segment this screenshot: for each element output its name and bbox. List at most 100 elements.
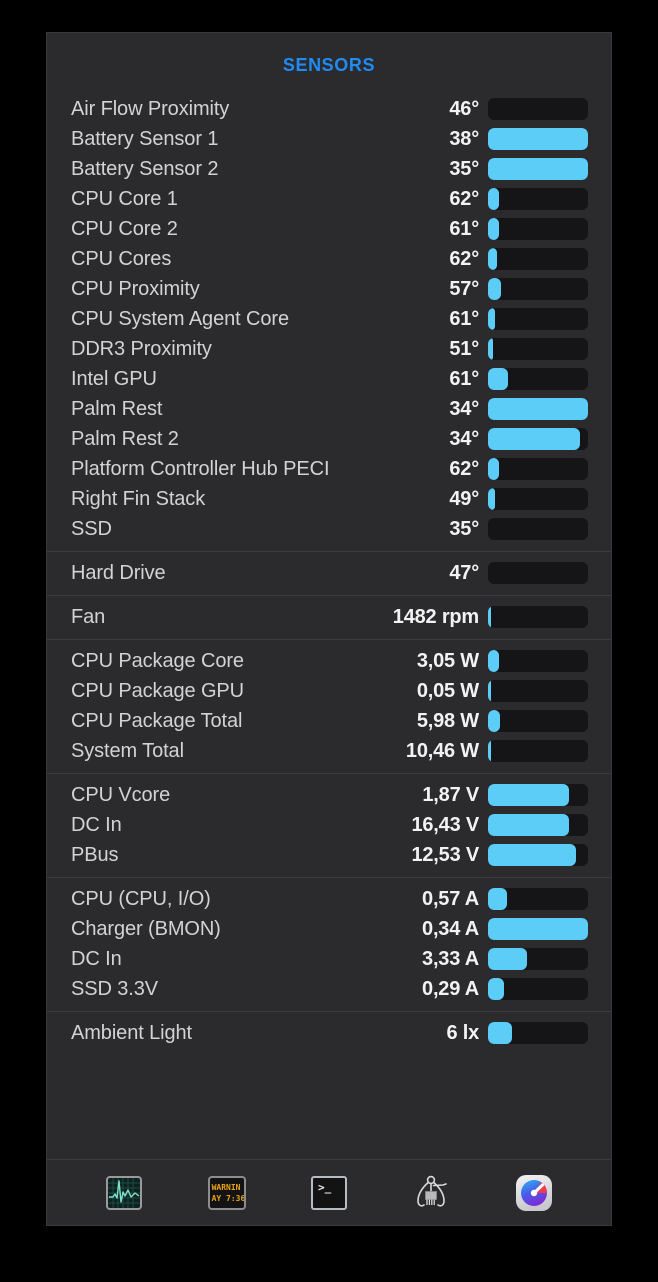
sensor-row[interactable]: CPU Cores 62° <box>47 244 611 274</box>
sensor-row[interactable]: Right Fin Stack 49° <box>47 484 611 514</box>
sensor-bar-fill <box>488 814 569 836</box>
sensor-row[interactable]: PBus 12,53 V <box>47 840 611 870</box>
sensor-group-drives: Hard Drive 47° <box>47 551 611 595</box>
sensor-row[interactable]: Fan 1482 rpm <box>47 602 611 632</box>
sensor-row[interactable]: DDR3 Proximity 51° <box>47 334 611 364</box>
sensor-row[interactable]: Platform Controller Hub PECI 62° <box>47 454 611 484</box>
sensor-value: 0,34 A <box>422 917 479 940</box>
sensor-row[interactable]: CPU Proximity 57° <box>47 274 611 304</box>
sensor-label: CPU Proximity <box>71 277 200 300</box>
sensor-row[interactable]: CPU System Agent Core 61° <box>47 304 611 334</box>
sensor-label: CPU Vcore <box>71 783 171 806</box>
sensor-label: DC In <box>71 813 122 836</box>
sensor-value: 12,53 V <box>411 843 479 866</box>
terminal-prompt: >_ <box>317 1180 332 1194</box>
sensor-row[interactable]: CPU (CPU, I/O) 0,57 A <box>47 884 611 914</box>
sensor-group-fans: Fan 1482 rpm <box>47 595 611 639</box>
terminal-icon: >_ <box>310 1175 347 1210</box>
sensor-label: DDR3 Proximity <box>71 337 212 360</box>
sensor-label: Air Flow Proximity <box>71 97 230 120</box>
sensor-bar <box>488 458 588 480</box>
sensor-group-temperatures: Air Flow Proximity 46° Battery Sensor 1 38°… <box>47 88 611 551</box>
sensor-groups: Air Flow Proximity 46° Battery Sensor 1 38°… <box>47 88 611 1159</box>
sensor-bar-fill <box>488 844 576 866</box>
sensor-bar-fill <box>488 188 499 210</box>
sensor-row[interactable]: System Total 10,46 W <box>47 736 611 766</box>
sensor-row[interactable]: Intel GPU 61° <box>47 364 611 394</box>
sensor-bar-fill <box>488 1022 512 1044</box>
sensor-row[interactable]: CPU Core 2 61° <box>47 214 611 244</box>
sensor-label: CPU System Agent Core <box>71 307 289 330</box>
gauge-app-icon <box>514 1173 554 1213</box>
activity-monitor-button[interactable] <box>103 1172 145 1214</box>
sensor-bar <box>488 978 588 1000</box>
sensor-row[interactable]: SSD 3.3V 0,29 A <box>47 974 611 1004</box>
istat-menus-button[interactable] <box>513 1172 555 1214</box>
hardware-monitor-button[interactable] <box>410 1172 452 1214</box>
sensor-value: 0,57 A <box>422 887 479 910</box>
sensor-bar-fill <box>488 488 495 510</box>
sensor-bar <box>488 518 588 540</box>
sensor-row[interactable]: Battery Sensor 2 35° <box>47 154 611 184</box>
sensor-label: Charger (BMON) <box>71 917 221 940</box>
sensor-row[interactable]: CPU Package Total 5,98 W <box>47 706 611 736</box>
sensor-value: 10,46 W <box>405 739 479 762</box>
sensor-bar <box>488 650 588 672</box>
sensor-row[interactable]: CPU Package Core 3,05 W <box>47 646 611 676</box>
sensor-label: CPU (CPU, I/O) <box>71 887 211 910</box>
sensor-row[interactable]: Charger (BMON) 0,34 A <box>47 914 611 944</box>
sensor-bar-fill <box>488 368 508 390</box>
page-title: SENSORS <box>282 55 376 75</box>
sensor-value: 61° <box>449 217 479 240</box>
sensor-bar-fill <box>488 918 588 940</box>
sensor-bar <box>488 308 588 330</box>
sensor-row[interactable]: CPU Vcore 1,87 V <box>47 780 611 810</box>
sensor-row[interactable]: Palm Rest 34° <box>47 394 611 424</box>
sensor-row[interactable]: Air Flow Proximity 46° <box>47 94 611 124</box>
sensor-row[interactable]: DC In 3,33 A <box>47 944 611 974</box>
sensor-value: 49° <box>449 487 479 510</box>
sensor-group-power: CPU Package Core 3,05 W CPU Package GPU 0,0… <box>47 639 611 773</box>
sensor-label: Ambient Light <box>71 1021 192 1044</box>
sensor-bar <box>488 740 588 762</box>
sensor-row[interactable]: Palm Rest 2 34° <box>47 424 611 454</box>
sensor-row[interactable]: Battery Sensor 1 38° <box>47 124 611 154</box>
sensor-value: 5,98 W <box>416 709 479 732</box>
sensor-bar <box>488 948 588 970</box>
sensor-label: CPU Core 2 <box>71 217 178 240</box>
sensor-group-currents: CPU (CPU, I/O) 0,57 A Charger (BMON) 0,34 A… <box>47 877 611 1011</box>
sensor-bar-fill <box>488 650 499 672</box>
sensors-panel: SENSORS Air Flow Proximity 46° Battery Sen… <box>46 32 612 1226</box>
sensor-value: 57° <box>449 277 479 300</box>
sensor-label: System Total <box>71 739 184 762</box>
sensor-bar <box>488 188 588 210</box>
sensor-row[interactable]: Ambient Light 6 lx <box>47 1018 611 1048</box>
sensor-value: 1482 rpm <box>392 605 479 628</box>
sensor-label: Platform Controller Hub PECI <box>71 457 330 480</box>
activity-monitor-icon <box>106 1175 143 1210</box>
sensor-row[interactable]: CPU Package GPU 0,05 W <box>47 676 611 706</box>
sensor-value: 62° <box>449 247 479 270</box>
sensor-value: 62° <box>449 187 479 210</box>
sensor-value: 34° <box>449 427 479 450</box>
console-line-1: WARNIN <box>211 1182 241 1192</box>
sensor-bar <box>488 814 588 836</box>
sensor-label: Hard Drive <box>71 561 166 584</box>
sensor-bar <box>488 784 588 806</box>
sensor-label: CPU Cores <box>71 247 172 270</box>
sensor-label: Fan <box>71 605 106 628</box>
terminal-button[interactable]: >_ <box>308 1172 350 1214</box>
sensor-row[interactable]: SSD 35° <box>47 514 611 544</box>
console-button[interactable]: WARNIN AY 7:36 <box>206 1172 248 1214</box>
sensor-bar <box>488 606 588 628</box>
sensor-value: 35° <box>449 157 479 180</box>
sensor-label: DC In <box>71 947 122 970</box>
sensor-bar-fill <box>488 740 491 762</box>
sensor-row[interactable]: CPU Core 1 62° <box>47 184 611 214</box>
sensor-row[interactable]: DC In 16,43 V <box>47 810 611 840</box>
sensor-row[interactable]: Hard Drive 47° <box>47 558 611 588</box>
sensor-label: SSD 3.3V <box>71 977 159 1000</box>
sensor-bar <box>488 128 588 150</box>
sensor-bar <box>488 1022 588 1044</box>
sensor-bar <box>488 278 588 300</box>
